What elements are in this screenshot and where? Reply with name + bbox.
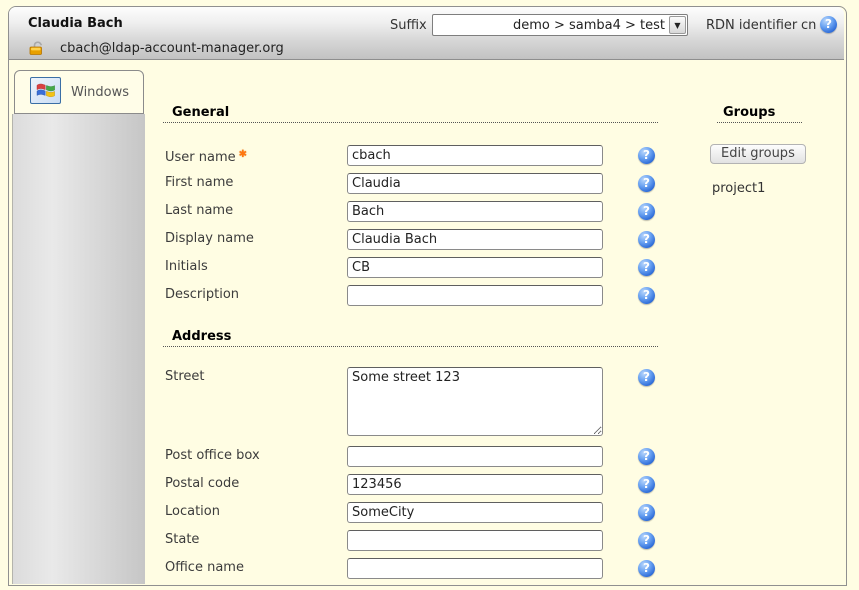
field-label: Description	[165, 285, 239, 305]
form-row-street: Street ?	[165, 367, 695, 439]
form-row-state: State ?	[165, 530, 695, 552]
help-icon[interactable]: ?	[638, 287, 655, 304]
help-icon[interactable]: ?	[638, 231, 655, 248]
help-icon[interactable]: ?	[638, 448, 655, 465]
section-heading-groups: Groups	[717, 105, 802, 123]
field-label: Initials	[165, 257, 208, 277]
last-name-input[interactable]	[347, 201, 603, 222]
form-row-last-name: Last name ?	[165, 201, 695, 223]
section-heading-general: General	[163, 105, 658, 123]
rdn-identifier-label: RDN identifier	[706, 18, 797, 33]
tab-column-background	[12, 114, 145, 584]
rdn-identifier-value: cn	[801, 18, 816, 33]
windows-logo-icon	[30, 77, 61, 104]
office-name-input[interactable]	[347, 558, 603, 579]
chevron-down-icon: ▼	[669, 16, 686, 34]
form-row-description: Description ?	[165, 285, 695, 307]
field-label: Street	[165, 367, 205, 387]
suffix-label: Suffix	[390, 18, 427, 33]
help-icon[interactable]: ?	[638, 175, 655, 192]
form-row-initials: Initials ?	[165, 257, 695, 279]
form-row-display-name: Display name ?	[165, 229, 695, 251]
postal-code-input[interactable]	[347, 474, 603, 495]
street-textarea[interactable]	[347, 367, 603, 436]
group-member-item: project1	[712, 181, 765, 196]
field-label: Post office box	[165, 446, 260, 466]
field-label: State	[165, 530, 199, 550]
page-title: Claudia Bach	[28, 16, 123, 31]
state-input[interactable]	[347, 530, 603, 551]
help-icon[interactable]: ?	[638, 532, 655, 549]
help-icon[interactable]: ?	[638, 369, 655, 386]
field-label: Last name	[165, 201, 233, 221]
lam-account-edit-page: Claudia Bach cbach@ldap-account-manager.…	[0, 0, 859, 590]
initials-input[interactable]	[347, 257, 603, 278]
help-icon[interactable]: ?	[638, 504, 655, 521]
field-label: Display name	[165, 229, 254, 249]
description-input[interactable]	[347, 285, 603, 306]
first-name-input[interactable]	[347, 173, 603, 194]
help-icon[interactable]: ?	[638, 259, 655, 276]
field-label: Office name	[165, 558, 244, 578]
form-row-postal-code: Postal code ?	[165, 474, 695, 496]
help-icon[interactable]: ?	[638, 147, 655, 164]
tab-windows-label: Windows	[71, 85, 129, 100]
post-office-box-input[interactable]	[347, 446, 603, 467]
field-label: First name	[165, 173, 233, 193]
unlocked-padlock-icon	[29, 41, 47, 59]
location-input[interactable]	[347, 502, 603, 523]
display-name-input[interactable]	[347, 229, 603, 250]
required-marker-icon: ✱	[239, 149, 247, 160]
edit-groups-button[interactable]: Edit groups	[710, 144, 806, 164]
field-label: User name✱	[165, 145, 247, 168]
form-row-office-name: Office name ?	[165, 558, 695, 580]
user-name-input[interactable]	[347, 145, 603, 166]
form-row-user-name: User name✱ ?	[165, 145, 695, 167]
tab-windows[interactable]: Windows	[14, 70, 144, 114]
suffix-select[interactable]: demo > samba4 > test ▼	[432, 14, 688, 36]
suffix-selected-value: demo > samba4 > test	[433, 18, 669, 33]
field-label: Postal code	[165, 474, 239, 494]
help-icon[interactable]: ?	[638, 560, 655, 577]
form-row-location: Location ?	[165, 502, 695, 524]
account-dn: cbach@ldap-account-manager.org	[60, 41, 284, 56]
field-label: Location	[165, 502, 220, 522]
help-icon[interactable]: ?	[638, 203, 655, 220]
form-row-first-name: First name ?	[165, 173, 695, 195]
help-icon[interactable]: ?	[638, 476, 655, 493]
form-row-post-office-box: Post office box ?	[165, 446, 695, 468]
section-heading-address: Address	[163, 329, 658, 347]
help-icon[interactable]: ?	[820, 16, 837, 33]
